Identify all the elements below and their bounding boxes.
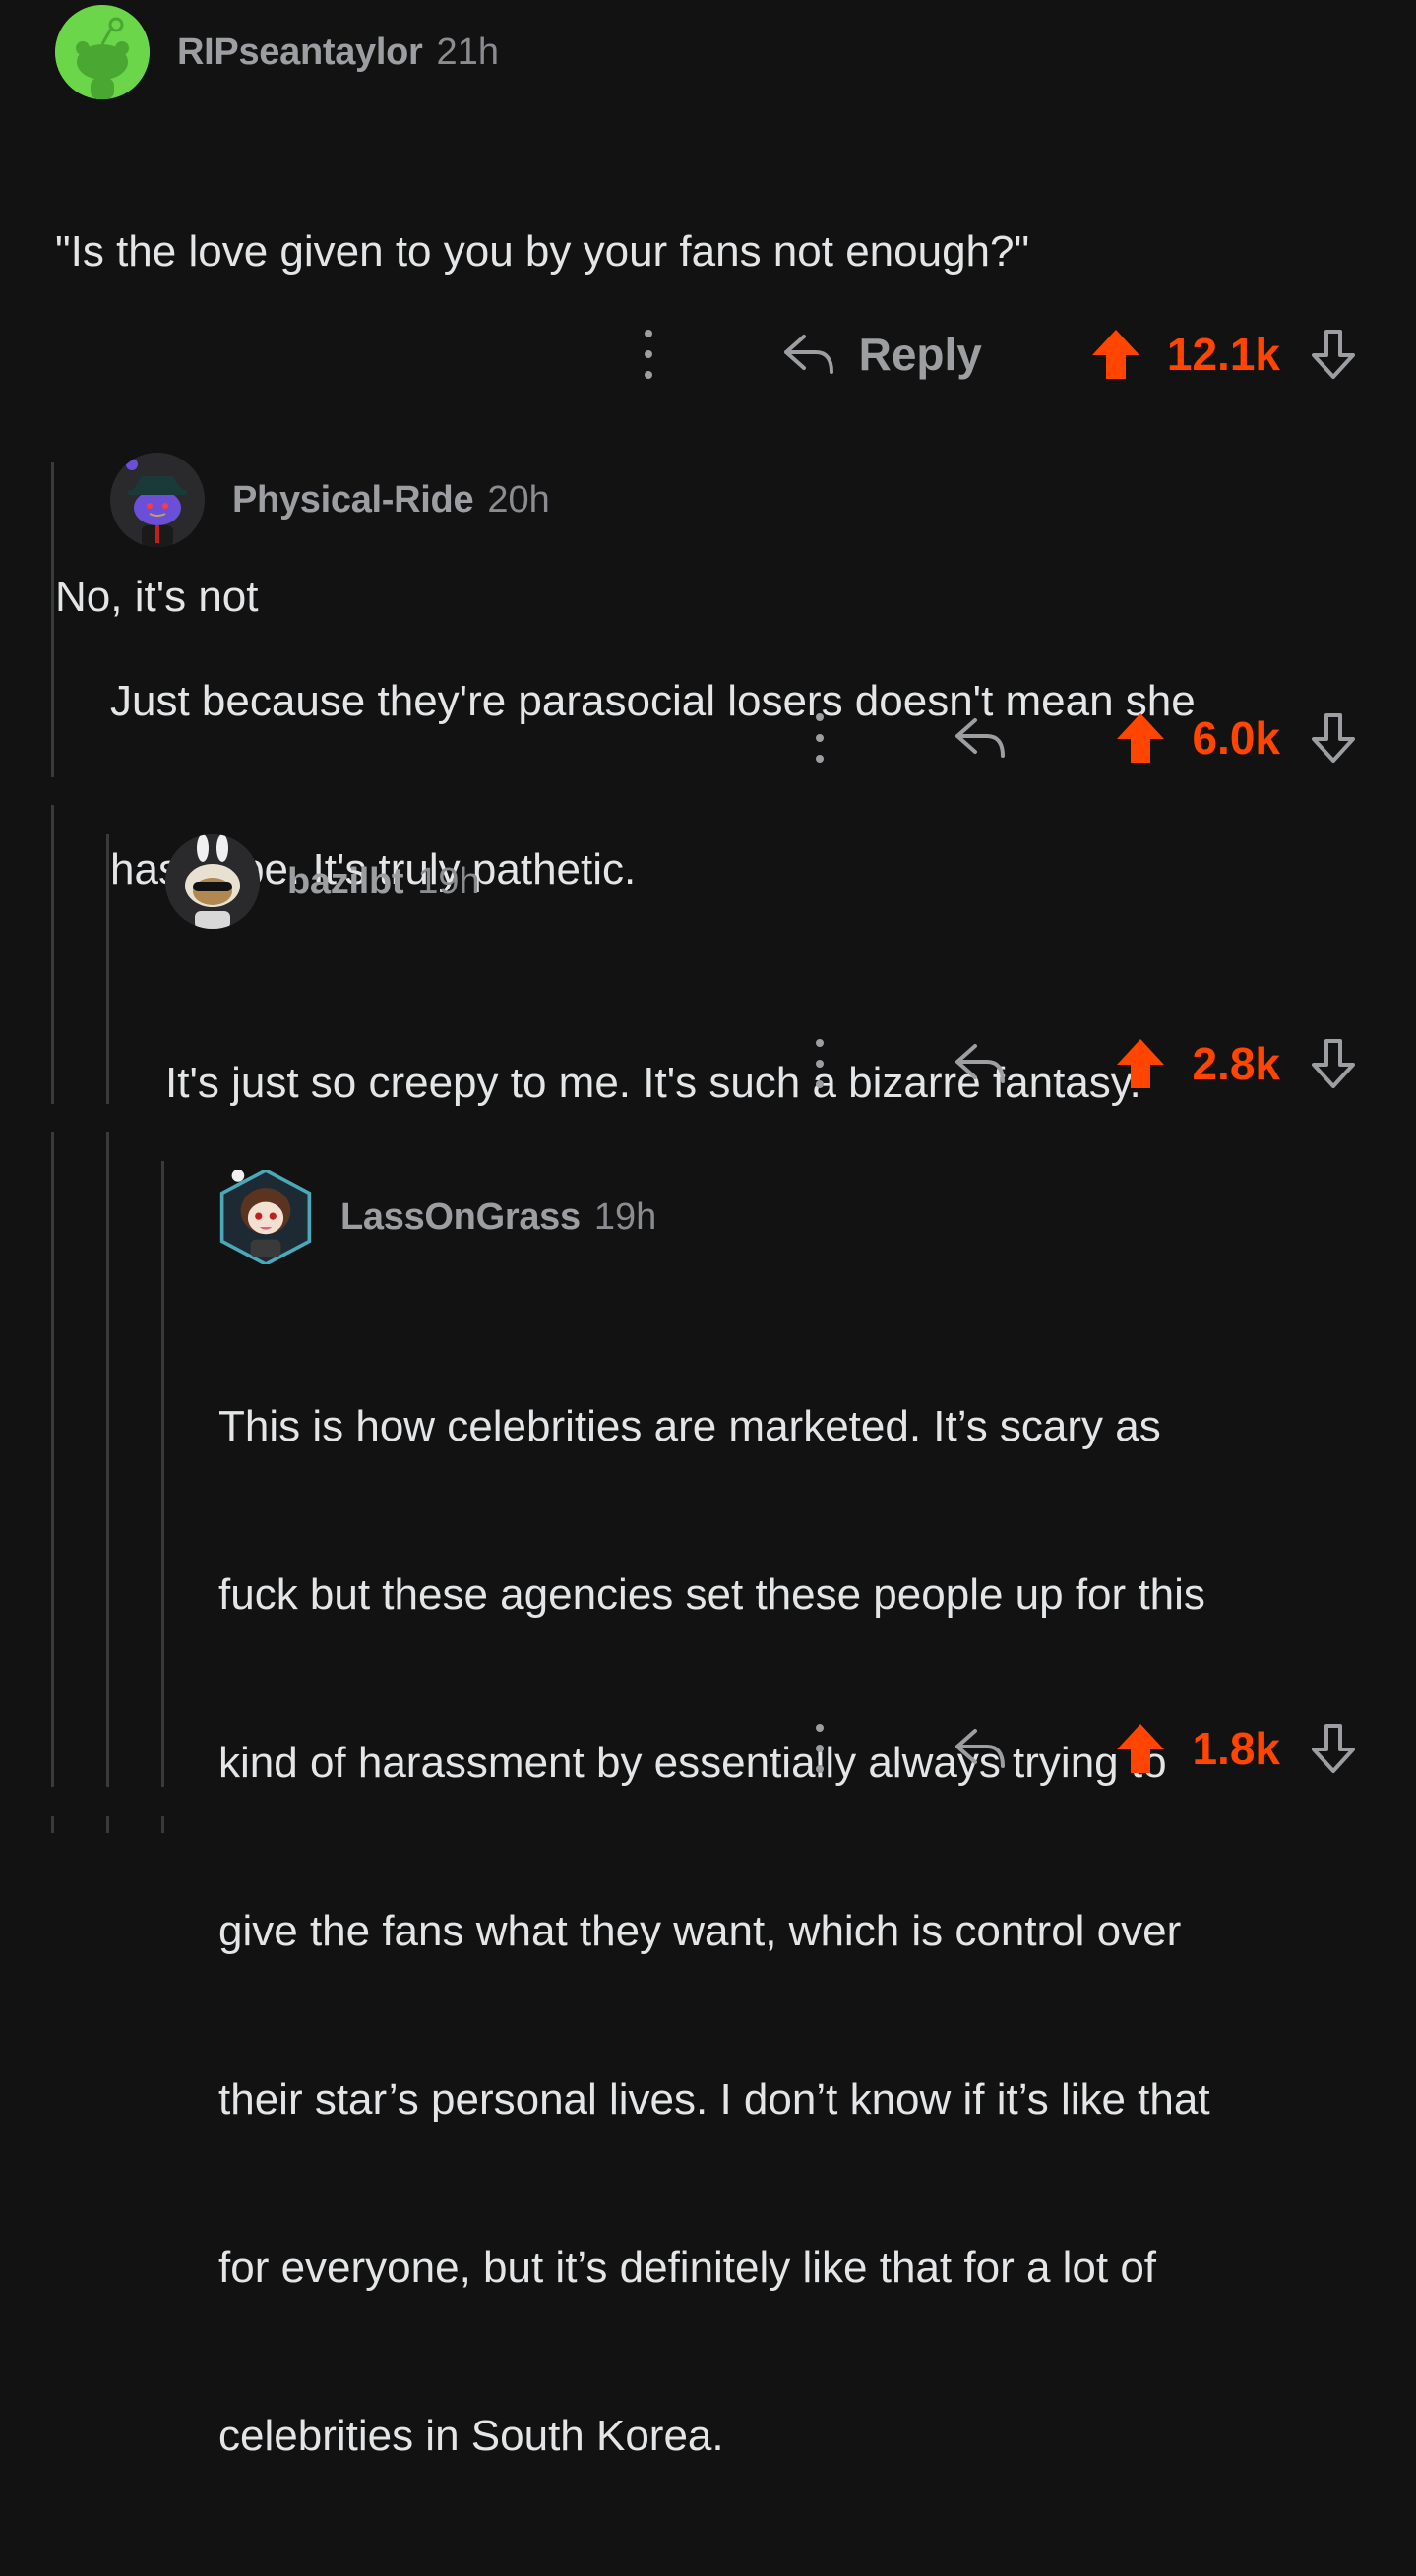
upvote-arrow-icon[interactable] <box>1115 1722 1166 1775</box>
thread-line-depth-2[interactable] <box>106 1816 109 1833</box>
reply-arrow-icon <box>955 1044 1005 1083</box>
timestamp: 19h <box>593 1196 657 1238</box>
reply-button[interactable]: Reply <box>782 328 982 381</box>
snoo-green-avatar-icon[interactable] <box>55 5 150 99</box>
thread-line-depth-1[interactable] <box>51 1132 54 1787</box>
comment-body-line: This is how celebrities are marketed. It… <box>218 1402 1161 1450</box>
reply-arrow-icon <box>955 718 1005 758</box>
timestamp: 20h <box>487 478 550 521</box>
comment-header: Physical-Ride 20h <box>110 451 1357 549</box>
snoo-brunette-hexagon-avatar-icon[interactable] <box>218 1170 313 1264</box>
comment-body-line: "Is the love given to you by your fans n… <box>55 227 1030 276</box>
more-options-icon[interactable] <box>814 1724 826 1773</box>
reply-arrow-icon <box>783 335 833 374</box>
more-options-icon[interactable] <box>643 330 654 379</box>
reply-button[interactable] <box>954 1727 1007 1770</box>
comment-body-line: for everyone, but it’s definitely like t… <box>218 2243 1157 2292</box>
comment-body-line: their star’s personal lives. I don’t kno… <box>218 2075 1210 2123</box>
timestamp: 21h <box>436 31 499 73</box>
reply-button[interactable] <box>954 716 1007 760</box>
thread-line-depth-3[interactable] <box>161 1816 164 1833</box>
username[interactable]: bazilbt <box>287 861 404 903</box>
downvote-arrow-icon[interactable] <box>1308 1722 1359 1775</box>
more-options-icon[interactable] <box>814 1039 826 1088</box>
comment-actions: 1.8k <box>814 1714 1359 1783</box>
thread-line-depth-1[interactable] <box>51 1816 54 1833</box>
comment-header: LassOnGrass 19h <box>218 1168 1357 1266</box>
thread-line-depth-1[interactable] <box>51 805 54 1104</box>
upvote-arrow-icon[interactable] <box>1090 328 1141 381</box>
snoo-bunny-sunglasses-avatar-icon[interactable] <box>165 834 260 929</box>
vote-score: 12.1k <box>1166 329 1280 380</box>
thread-line-depth-2[interactable] <box>106 1132 109 1787</box>
thread-line-depth-2[interactable] <box>106 834 109 1104</box>
comment-header: RIPseantaylor 21h <box>55 3 1357 101</box>
reply-label: Reply <box>858 329 982 380</box>
comment-body-line: fuck but these agencies set these people… <box>218 1570 1205 1619</box>
username[interactable]: RIPseantaylor <box>177 31 423 74</box>
comment: LassOnGrass 19h This is how celebrities … <box>218 1168 1357 2576</box>
thread-line-depth-1[interactable] <box>51 462 54 777</box>
more-options-icon[interactable] <box>814 713 826 763</box>
downvote-arrow-icon[interactable] <box>1308 711 1359 765</box>
vote-score: 1.8k <box>1192 1723 1280 1774</box>
comment-body-line: celebrities in South Korea. <box>218 2412 724 2460</box>
upvote-arrow-icon[interactable] <box>1115 1037 1166 1090</box>
comment-actions: 6.0k <box>814 704 1359 772</box>
comment-body: This is how celebrities are marketed. It… <box>218 1286 1357 2576</box>
reply-arrow-icon <box>955 1729 1005 1768</box>
comment-header: bazilbt 19h <box>165 832 1357 931</box>
comment-actions: Reply 12.1k <box>643 320 1359 389</box>
snoo-detective-avatar-icon[interactable] <box>110 453 205 547</box>
comment-body-line: give the fans what they want, which is c… <box>218 1907 1182 1955</box>
username[interactable]: LassOnGrass <box>340 1196 581 1239</box>
reply-button[interactable] <box>954 1042 1007 1085</box>
downvote-arrow-icon[interactable] <box>1308 328 1359 381</box>
comment-body-line <box>55 392 1357 457</box>
comment: bazilbt 19h It's just so creepy to me. I… <box>165 832 1357 1223</box>
username[interactable]: Physical-Ride <box>232 479 474 521</box>
upvote-arrow-icon[interactable] <box>1115 711 1166 765</box>
vote-score: 6.0k <box>1192 712 1280 764</box>
vote-score: 2.8k <box>1192 1038 1280 1089</box>
timestamp: 19h <box>417 860 480 902</box>
comment-actions: 2.8k <box>814 1029 1359 1098</box>
thread-line-depth-3[interactable] <box>161 1161 164 1787</box>
downvote-arrow-icon[interactable] <box>1308 1037 1359 1090</box>
